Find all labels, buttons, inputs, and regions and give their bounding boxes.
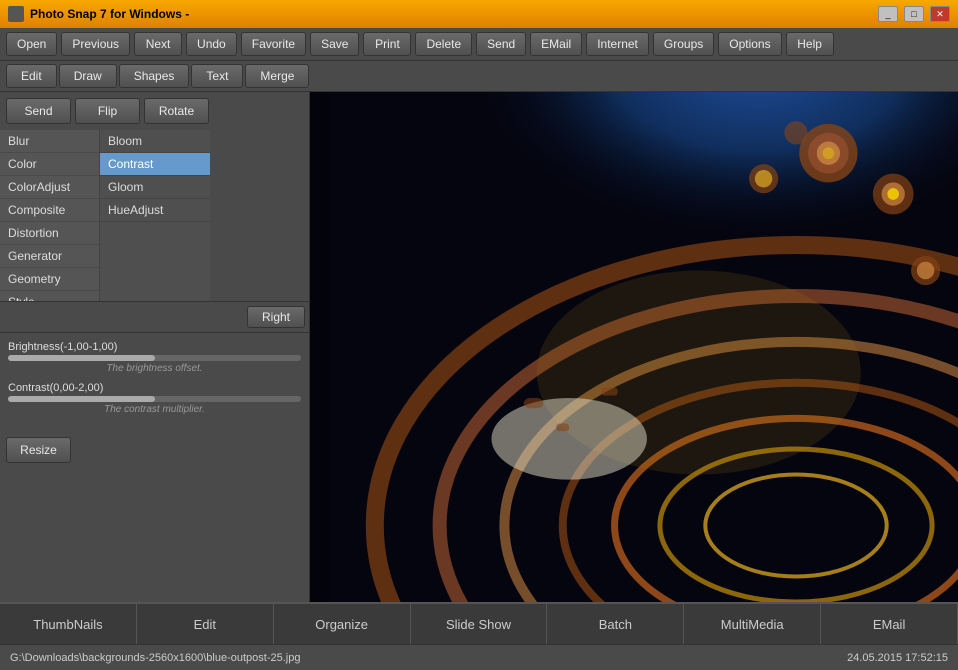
tab-edit[interactable]: Edit [137,604,274,644]
fractal-image [310,92,958,602]
resize-button[interactable]: Resize [6,437,71,463]
controls-area: Brightness(-1,00-1,00) The brightness of… [0,332,309,431]
menu-tab-shapes[interactable]: Shapes [119,64,190,88]
contrast-label: Contrast(0,00-2,00) [8,382,301,394]
tab-organize[interactable]: Organize [274,604,411,644]
main-content: Send Flip Rotate Blur Color ColorAdjust … [0,92,958,602]
subitem-bloom[interactable]: Bloom [100,130,210,153]
tab-email[interactable]: EMail [821,604,958,644]
submenu-composite[interactable]: Composite [0,199,99,222]
toolbar-btn-favorite[interactable]: Favorite [241,32,306,56]
subitem-contrast[interactable]: Contrast [100,153,210,176]
brightness-control: Brightness(-1,00-1,00) The brightness of… [8,341,301,374]
left-top-actions: Send Flip Rotate [0,92,309,130]
app-icon [8,6,24,22]
menu-tab-edit[interactable]: Edit [6,64,57,88]
contrast-hint: The contrast multiplier. [8,404,301,415]
contrast-control: Contrast(0,00-2,00) The contrast multipl… [8,382,301,415]
menu-tab-merge[interactable]: Merge [245,64,309,88]
toolbar-btn-next[interactable]: Next [134,32,182,56]
brightness-label: Brightness(-1,00-1,00) [8,341,301,353]
toolbar-btn-help[interactable]: Help [786,32,834,56]
toolbar-btn-groups[interactable]: Groups [653,32,714,56]
brightness-fill [8,355,155,361]
toolbar-btn-delete[interactable]: Delete [415,32,472,56]
contrast-track[interactable] [8,396,301,402]
image-area: ◀ ▶ [310,92,958,602]
toolbar-btn-open[interactable]: Open [6,32,57,56]
toolbar-btn-undo[interactable]: Undo [186,32,237,56]
brightness-track[interactable] [8,355,301,361]
contrast-fill [8,396,155,402]
toolbar-btn-options[interactable]: Options [718,32,781,56]
title-bar: Photo Snap 7 for Windows - _ □ ✕ [0,0,958,28]
subitem-hueadjust[interactable]: HueAdjust [100,199,210,222]
subitem-gloom[interactable]: Gloom [100,176,210,199]
tab-batch[interactable]: Batch [547,604,684,644]
brightness-hint: The brightness offset. [8,363,301,374]
toolbar-btn-email[interactable]: EMail [530,32,582,56]
submenu-list: Blur Color ColorAdjust Composite Distort… [0,130,100,301]
submenu-area: Blur Color ColorAdjust Composite Distort… [0,130,309,301]
submenu-geometry[interactable]: Geometry [0,268,99,291]
rotate-button[interactable]: Rotate [144,98,209,124]
tab-slideshow[interactable]: Slide Show [411,604,548,644]
toolbar-btn-print[interactable]: Print [363,32,411,56]
flip-button[interactable]: Flip [75,98,140,124]
submenu-coloradjust[interactable]: ColorAdjust [0,176,99,199]
app-title: Photo Snap 7 for Windows - [30,7,872,21]
toolbar: OpenPreviousNextUndoFavoriteSavePrintDel… [0,28,958,61]
submenu-blur[interactable]: Blur [0,130,99,153]
send-button[interactable]: Send [6,98,71,124]
fractal-svg [310,92,958,602]
right-align-area: Right [0,301,309,332]
menu-tab-draw[interactable]: Draw [59,64,117,88]
submenu-distortion[interactable]: Distortion [0,222,99,245]
menubar: EditDrawShapesTextMerge [0,61,958,92]
minimize-button[interactable]: _ [878,6,898,22]
right-button[interactable]: Right [247,306,305,328]
submenu-color[interactable]: Color [0,153,99,176]
menu-tab-text[interactable]: Text [191,64,243,88]
maximize-button[interactable]: □ [904,6,924,22]
toolbar-btn-internet[interactable]: Internet [586,32,649,56]
toolbar-btn-previous[interactable]: Previous [61,32,130,56]
tab-thumbnails[interactable]: ThumbNails [0,604,137,644]
tab-multimedia[interactable]: MultiMedia [684,604,821,644]
left-bottom-spacer: Resize [0,431,309,602]
submenu-sub: Bloom Contrast Gloom HueAdjust [100,130,210,301]
toolbar-btn-send[interactable]: Send [476,32,526,56]
submenu-generator[interactable]: Generator [0,245,99,268]
close-button[interactable]: ✕ [930,6,950,22]
left-panel: Send Flip Rotate Blur Color ColorAdjust … [0,92,310,602]
toolbar-btn-save[interactable]: Save [310,32,359,56]
bottom-tabs: ThumbNails Edit Organize Slide Show Batc… [0,602,958,644]
status-bar: G:\Downloads\backgrounds-2560x1600\blue-… [0,644,958,670]
